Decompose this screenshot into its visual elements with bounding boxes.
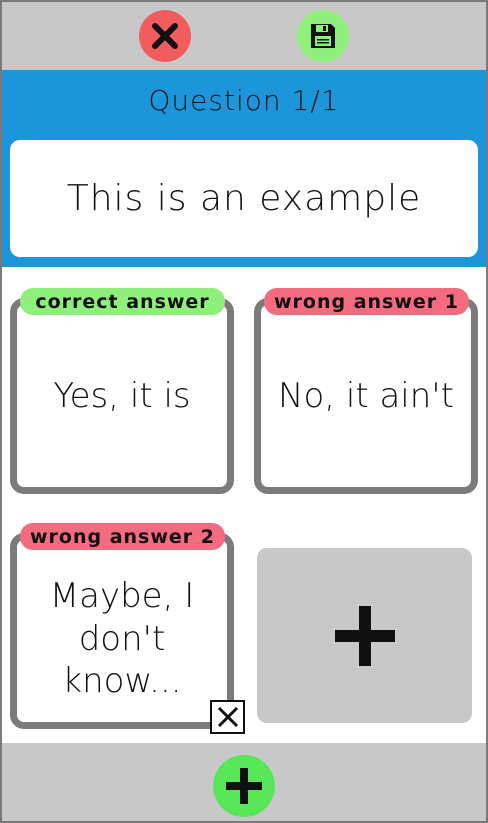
correct-answer-card[interactable]: Yes, it is xyxy=(10,298,234,494)
close-box-icon xyxy=(217,706,238,728)
answer-text: Maybe, I don't know... xyxy=(49,576,195,702)
question-section: Question 1/1 This is an example xyxy=(0,70,488,267)
add-answer-button[interactable] xyxy=(257,548,472,723)
bottom-toolbar xyxy=(0,743,488,823)
question-text-field[interactable]: This is an example xyxy=(10,140,478,257)
wrong-answer-1-tag: wrong answer 1 xyxy=(264,288,469,315)
plus-icon xyxy=(334,605,395,666)
plus-icon xyxy=(226,768,262,804)
add-question-button[interactable] xyxy=(213,755,275,817)
delete-answer-button[interactable] xyxy=(210,700,245,734)
save-button[interactable] xyxy=(297,10,349,62)
cancel-button[interactable] xyxy=(139,10,191,62)
wrong-answer-1-card[interactable]: No, it ain't xyxy=(254,298,478,494)
question-counter: Question 1/1 xyxy=(148,84,340,117)
answer-text: Yes, it is xyxy=(53,375,191,416)
correct-answer-tag: correct answer xyxy=(20,288,225,315)
floppy-disk-icon xyxy=(311,24,335,48)
question-text: This is an example xyxy=(66,178,422,219)
wrong-answer-2-card[interactable]: Maybe, I don't know... xyxy=(10,533,234,729)
top-toolbar xyxy=(0,0,488,70)
close-icon xyxy=(152,23,178,49)
wrong-answer-2-tag: wrong answer 2 xyxy=(20,523,225,550)
answer-text: No, it ain't xyxy=(278,375,454,416)
